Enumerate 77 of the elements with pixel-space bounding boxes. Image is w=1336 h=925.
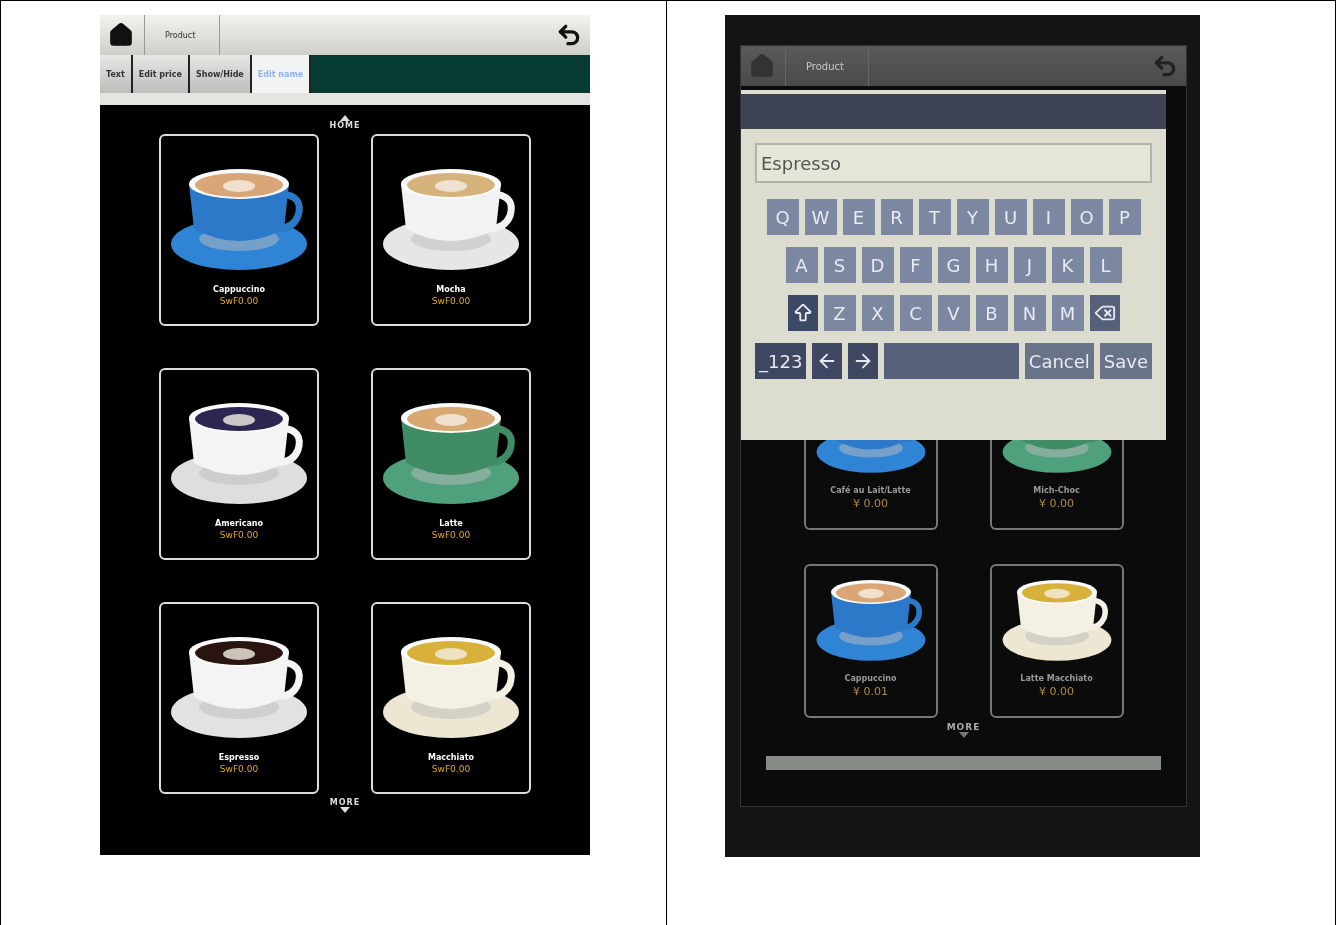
numbers-key[interactable]: _123 — [755, 343, 807, 379]
tab[interactable]: Show/Hide — [189, 55, 252, 93]
product-card[interactable]: Café au Lait/Latte ¥ 0.00 — [803, 440, 938, 530]
name-input-field[interactable]: Espresso — [755, 143, 1152, 183]
key[interactable]: W — [804, 199, 837, 235]
key[interactable]: F — [899, 247, 932, 283]
product-card[interactable]: Mocha SwF0.00 — [371, 134, 531, 326]
product-card[interactable]: Latte Macchiato ¥ 0.00 — [989, 564, 1124, 718]
down-triangle-icon — [340, 807, 350, 813]
product-name: Cappuccino — [213, 285, 265, 294]
product-card[interactable]: Cappuccino ¥ 0.01 — [803, 564, 938, 718]
key[interactable]: T — [918, 199, 951, 235]
product-card[interactable]: Latte SwF0.00 — [371, 368, 531, 560]
key[interactable]: E — [842, 199, 875, 235]
key[interactable]: C — [899, 295, 932, 331]
product-name: Americano — [215, 519, 263, 528]
product-price: ¥ 0.00 — [1039, 497, 1074, 510]
backspace-key[interactable] — [1089, 295, 1120, 331]
product-card[interactable]: Cappuccino SwF0.00 — [159, 134, 319, 326]
nav-label[interactable]: MORE — [329, 798, 361, 807]
key[interactable]: R — [880, 199, 913, 235]
product-name: Latte — [439, 519, 463, 528]
tab[interactable]: Edit price — [132, 55, 190, 93]
shift-key[interactable] — [787, 295, 818, 331]
product-name: Mich-Choc — [1033, 486, 1080, 495]
product-name: Espresso — [218, 753, 260, 762]
key[interactable]: M — [1051, 295, 1084, 331]
key[interactable]: X — [861, 295, 894, 331]
key[interactable]: H — [975, 247, 1008, 283]
key[interactable]: S — [823, 247, 856, 283]
product-name: Mocha — [436, 285, 466, 294]
nav-label[interactable]: MORE — [946, 722, 981, 732]
cursor-left-key[interactable] — [812, 343, 843, 379]
dialog-button[interactable]: Save — [1099, 343, 1152, 379]
product-price: SwF0.00 — [431, 764, 471, 774]
breadcrumb[interactable]: Product — [785, 46, 869, 86]
key[interactable]: Z — [823, 295, 856, 331]
key[interactable]: B — [975, 295, 1008, 331]
tab[interactable]: Text — [100, 55, 133, 93]
key[interactable]: Y — [956, 199, 989, 235]
home-icon[interactable] — [108, 22, 134, 48]
key[interactable]: D — [861, 247, 894, 283]
key[interactable]: I — [1032, 199, 1065, 235]
up-triangle-icon — [340, 115, 350, 121]
tab[interactable]: Edit name — [251, 55, 312, 93]
key[interactable]: A — [785, 247, 818, 283]
key[interactable]: L — [1089, 247, 1122, 283]
product-price: SwF0.00 — [431, 296, 471, 306]
key[interactable]: J — [1013, 247, 1046, 283]
product-name: Cappuccino — [844, 674, 897, 683]
back-icon[interactable] — [556, 22, 582, 48]
product-name: Café au Lait/Latte — [830, 486, 911, 495]
key[interactable]: U — [994, 199, 1027, 235]
nav-label[interactable]: HOME — [329, 121, 361, 130]
cursor-right-key[interactable] — [848, 343, 879, 379]
product-price: SwF0.00 — [431, 530, 471, 540]
product-card[interactable]: Macchiato SwF0.00 — [371, 602, 531, 794]
key[interactable]: Q — [766, 199, 799, 235]
key[interactable]: G — [937, 247, 970, 283]
key[interactable]: P — [1108, 199, 1141, 235]
product-name: Latte Macchiato — [1020, 674, 1093, 683]
dialog-button[interactable]: Cancel — [1024, 343, 1094, 379]
product-name: Macchiato — [428, 753, 474, 762]
product-price: ¥ 0.00 — [1039, 685, 1074, 698]
product-card[interactable]: Espresso SwF0.00 — [159, 602, 319, 794]
product-price: ¥ 0.01 — [853, 685, 888, 698]
product-price: ¥ 0.00 — [853, 497, 888, 510]
key[interactable]: O — [1070, 199, 1103, 235]
product-card[interactable]: Americano SwF0.00 — [159, 368, 319, 560]
key[interactable]: K — [1051, 247, 1084, 283]
key[interactable]: V — [937, 295, 970, 331]
key[interactable]: N — [1013, 295, 1046, 331]
product-price: SwF0.00 — [219, 530, 259, 540]
product-price: SwF0.00 — [219, 764, 259, 774]
product-price: SwF0.00 — [219, 296, 259, 306]
down-triangle-icon — [958, 732, 969, 738]
product-card[interactable]: Mich-Choc ¥ 0.00 — [989, 440, 1124, 530]
